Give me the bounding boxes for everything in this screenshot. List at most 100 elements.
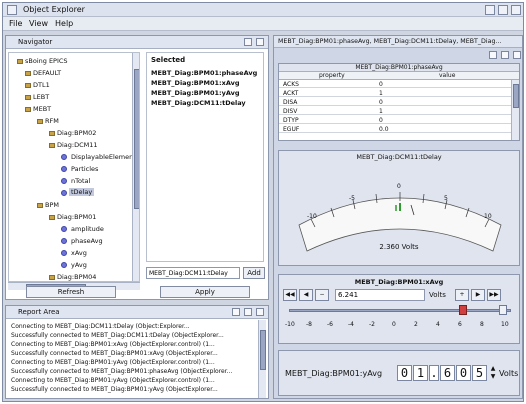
signal-icon — [61, 226, 67, 232]
menu-bar: File View Help — [3, 17, 523, 31]
table-header: property value — [279, 72, 519, 80]
maximize-icon[interactable] — [498, 5, 508, 15]
property-table: MEBT_Diag:BPM01:phaseAvg property value … — [278, 63, 520, 141]
digit-display[interactable]: 0 1 . 6 0 5 — [397, 365, 497, 383]
digit[interactable]: 0 — [397, 365, 412, 381]
title-bar: Object Explorer — [3, 3, 523, 17]
slider-widget: MEBT_Diag:BPM01:xAvg ◀◀ ◀ − Volts + ▶ ▶▶… — [278, 274, 520, 344]
digit[interactable]: 5 — [472, 365, 487, 381]
folder-icon — [49, 143, 55, 148]
tree-node[interactable]: DisplayableElement — [71, 153, 136, 161]
add-button[interactable]: Add — [243, 267, 265, 279]
slider-tick: 6 — [458, 321, 462, 328]
slider-tick: -4 — [348, 321, 354, 328]
tree-node[interactable]: phaseAvg — [71, 237, 103, 245]
detach-icon[interactable] — [256, 308, 264, 316]
cell: 1 — [379, 90, 383, 97]
tree-node[interactable]: DTL1 — [33, 81, 50, 89]
digit[interactable]: 1 — [413, 365, 428, 381]
scroll-thumb[interactable] — [134, 69, 139, 209]
folder-icon — [25, 83, 31, 88]
slider-track[interactable] — [289, 309, 511, 312]
increment-button[interactable]: + — [455, 289, 469, 301]
gauge-widget: MEBT_Diag:DCM11:tDelay -10 -5 0 5 10 2.3… — [278, 150, 520, 266]
minimize-icon[interactable] — [485, 5, 495, 15]
menu-file[interactable]: File — [9, 19, 22, 28]
decrement-button[interactable]: − — [315, 289, 329, 301]
selected-item[interactable]: MEBT_Diag:BPM01:yAvg — [151, 89, 240, 97]
spin-down-icon[interactable]: ▼ — [489, 373, 497, 381]
cell: DISV — [283, 108, 298, 115]
cell: 0 — [379, 117, 383, 124]
table-scrollbar[interactable] — [511, 80, 519, 140]
selected-item[interactable]: MEBT_Diag:BPM01:phaseAvg — [151, 69, 257, 77]
detach-icon[interactable] — [501, 51, 509, 59]
detach-icon[interactable] — [256, 38, 264, 46]
tree-node[interactable]: xAvg — [71, 249, 87, 257]
report-header: Report Area — [6, 306, 268, 319]
tree-node[interactable]: Diag:BPM01 — [57, 213, 96, 221]
signal-icon — [61, 238, 67, 244]
value-field[interactable] — [335, 289, 425, 301]
slider-tick: 0 — [392, 321, 396, 328]
prev-button[interactable]: ◀ — [299, 289, 313, 301]
save-icon[interactable] — [232, 308, 240, 316]
close-icon[interactable] — [511, 5, 521, 15]
tree-node[interactable]: LEBT — [33, 93, 49, 101]
next-button[interactable]: ▶ — [471, 289, 485, 301]
slider-tick: 10 — [501, 321, 509, 328]
tree-scrollbar[interactable] — [132, 53, 139, 281]
window-title: Object Explorer — [23, 5, 85, 14]
setpoint-marker[interactable] — [459, 305, 467, 315]
selected-item[interactable]: MEBT_Diag:DCM11:tDelay — [151, 99, 246, 107]
digit[interactable]: 0 — [456, 365, 471, 381]
tree-node[interactable]: Diag:DCM11 — [57, 141, 98, 149]
pv-input[interactable] — [146, 267, 240, 279]
spinner[interactable]: ▲ ▼ — [489, 365, 497, 381]
slider-tick: -8 — [306, 321, 312, 328]
tree-node[interactable]: amplitude — [71, 225, 104, 233]
folder-icon — [49, 275, 55, 280]
tree-node[interactable]: sBoing EPICS — [25, 57, 68, 65]
tree-view: sBoing EPICS DEFAULT DTL1 LEBT MEBT RFM … — [8, 52, 140, 282]
col-property[interactable]: property — [319, 72, 345, 79]
refresh-button[interactable]: Refresh — [26, 286, 116, 298]
tree-node[interactable]: yAvg — [71, 261, 87, 269]
tree-node[interactable]: MEBT — [33, 105, 51, 113]
menu-help[interactable]: Help — [55, 19, 73, 28]
slider-tick: -2 — [369, 321, 375, 328]
tree-node[interactable]: Diag:BPM04 — [57, 273, 96, 281]
log-line: Connecting to MEBT_Diag:BPM01:yAvg (Obje… — [11, 359, 215, 366]
tree-node[interactable]: nTotal — [71, 177, 90, 185]
scroll-thumb[interactable] — [513, 84, 519, 108]
col-value[interactable]: value — [439, 72, 455, 79]
scroll-thumb[interactable] — [260, 330, 266, 370]
menu-view[interactable]: View — [29, 19, 48, 28]
cell: 0 — [379, 99, 383, 106]
gauge-readout: 2.360 Volts — [379, 243, 419, 251]
tree-node[interactable]: RFM — [45, 117, 59, 125]
digit[interactable]: 6 — [440, 365, 455, 381]
report-scrollbar[interactable] — [258, 320, 266, 398]
tree-node-selected[interactable]: tDelay — [69, 188, 95, 196]
gauge-title: MEBT_Diag:DCM11:tDelay — [356, 153, 442, 161]
slider-tick: 8 — [480, 321, 484, 328]
tree-node[interactable]: Particles — [71, 165, 98, 173]
tree-node[interactable]: BPM — [45, 201, 59, 209]
selected-item[interactable]: MEBT_Diag:BPM01:xAvg — [151, 79, 240, 87]
gauge-label: 10 — [484, 213, 492, 220]
cell: DTYP — [283, 117, 299, 124]
pin-icon[interactable] — [244, 38, 252, 46]
apply-button[interactable]: Apply — [160, 286, 250, 298]
clear-icon[interactable] — [244, 308, 252, 316]
dropdown-icon[interactable] — [489, 51, 497, 59]
tree-node[interactable]: DEFAULT — [33, 69, 61, 77]
slider-thumb[interactable] — [499, 305, 507, 315]
object-explorer-window: Object Explorer File View Help Navigator… — [2, 2, 524, 402]
report-log: Connecting to MEBT_Diag:DCM11:tDelay (Ob… — [8, 322, 256, 396]
tree-node[interactable]: Diag:BPM02 — [57, 129, 96, 137]
spin-up-icon[interactable]: ▲ — [489, 365, 497, 373]
last-button[interactable]: ▶▶ — [487, 289, 501, 301]
close-icon[interactable] — [513, 51, 521, 59]
first-button[interactable]: ◀◀ — [283, 289, 297, 301]
